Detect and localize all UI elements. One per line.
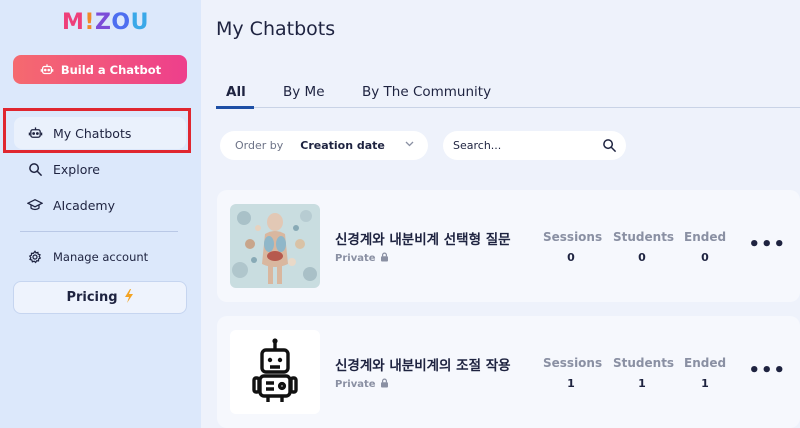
- order-by-value: Creation date: [300, 139, 385, 152]
- stat-sessions: Sessions 1: [543, 356, 603, 390]
- search-input[interactable]: Search...: [443, 131, 626, 160]
- search-placeholder: Search...: [453, 139, 502, 152]
- logo-letter: Z: [94, 10, 112, 35]
- sidebar-item-aicademy[interactable]: AIcademy: [14, 189, 186, 221]
- privacy-text: Private: [335, 253, 376, 264]
- privacy-text: Private: [335, 379, 376, 390]
- chatbot-title[interactable]: 신경계와 내분비계의 조절 작용: [335, 354, 511, 374]
- stat-value: 0: [567, 251, 575, 264]
- chatbot-tabs: All By Me By The Community: [216, 84, 800, 109]
- privacy-label: Private: [335, 378, 389, 391]
- search-icon: [27, 161, 43, 177]
- gear-icon: [27, 249, 43, 265]
- robot-icon: [39, 62, 55, 78]
- stat-label: Sessions: [543, 230, 603, 244]
- stat-ended: Ended 1: [684, 356, 726, 390]
- pricing-button[interactable]: Pricing: [13, 281, 187, 314]
- selection-highlight: [3, 108, 191, 153]
- sidebar: M!ZOU Build a Chatbot My Chatbots Explor…: [0, 0, 201, 428]
- stat-students: Students 1: [613, 356, 675, 390]
- more-options-icon[interactable]: •••: [748, 234, 786, 255]
- graduation-cap-icon: [27, 197, 43, 213]
- stat-value: 1: [567, 377, 575, 390]
- lock-icon: [380, 378, 389, 391]
- manage-account-label: Manage account: [53, 250, 149, 264]
- stat-students: Students 0: [613, 230, 675, 264]
- sidebar-item-explore[interactable]: Explore: [14, 153, 186, 185]
- stat-label: Ended: [684, 356, 727, 370]
- stat-sessions: Sessions 0: [543, 230, 603, 264]
- logo-letter: U: [130, 10, 149, 35]
- chatbot-thumbnail: [230, 330, 320, 414]
- stat-label: Students: [613, 230, 675, 244]
- tab-by-the-community[interactable]: By The Community: [362, 84, 491, 100]
- lock-icon: [380, 252, 389, 265]
- stat-value: 1: [638, 377, 646, 390]
- chatbot-thumbnail: [230, 204, 320, 288]
- chevron-down-icon: [405, 140, 414, 150]
- stat-value: 1: [701, 377, 709, 390]
- logo-letter: O: [111, 10, 131, 35]
- privacy-label: Private: [335, 252, 389, 265]
- manage-account-link[interactable]: Manage account: [14, 243, 148, 271]
- search-icon[interactable]: [602, 138, 617, 156]
- build-chatbot-button[interactable]: Build a Chatbot: [13, 55, 187, 84]
- tab-label: All: [226, 84, 246, 100]
- sidebar-divider: [20, 231, 178, 232]
- logo-letter: !: [84, 10, 95, 35]
- stat-value: 0: [638, 251, 646, 264]
- stat-ended: Ended 0: [684, 230, 726, 264]
- build-chatbot-label: Build a Chatbot: [60, 62, 162, 77]
- stat-label: Sessions: [543, 356, 603, 370]
- tab-all[interactable]: All: [226, 84, 246, 100]
- stat-label: Ended: [684, 230, 727, 244]
- page-title: My Chatbots: [216, 18, 336, 40]
- chatbot-card[interactable]: 신경계와 내분비계의 조절 작용 Private Sessions 1 Stud…: [217, 316, 800, 428]
- stat-label: Students: [613, 356, 675, 370]
- logo-letter: M: [62, 10, 85, 35]
- sidebar-item-label: AIcademy: [53, 197, 115, 213]
- mizou-logo[interactable]: M!ZOU: [62, 10, 149, 35]
- chatbot-card[interactable]: 신경계와 내분비계 선택형 질문 Private Sessions 0 Stud…: [217, 190, 800, 302]
- stat-value: 0: [701, 251, 709, 264]
- order-by-select[interactable]: Order by Creation date: [220, 131, 428, 160]
- bolt-icon: [124, 288, 134, 307]
- more-options-icon[interactable]: •••: [748, 360, 786, 381]
- tab-by-me[interactable]: By Me: [283, 84, 325, 100]
- pricing-label: Pricing: [66, 290, 118, 305]
- order-by-label: Order by: [235, 139, 284, 152]
- sidebar-item-label: Explore: [53, 161, 100, 177]
- active-tab-indicator: [216, 106, 254, 109]
- chatbot-title[interactable]: 신경계와 내분비계 선택형 질문: [335, 228, 511, 248]
- tab-label: By Me: [283, 84, 325, 100]
- tab-label: By The Community: [362, 84, 492, 100]
